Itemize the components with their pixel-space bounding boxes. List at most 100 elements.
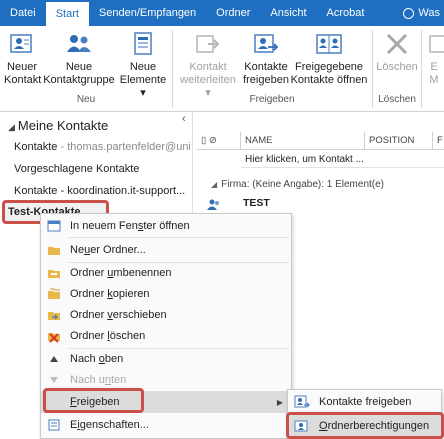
open-shared-contacts-button[interactable]: Freigegebene Kontakte öffnen xyxy=(290,30,368,87)
share-contacts-icon xyxy=(252,30,280,58)
new-group-label-2: Kontaktgruppe xyxy=(43,74,115,86)
open-shared-label-1: Freigegebene xyxy=(295,61,363,73)
arrow-down-icon xyxy=(50,376,58,383)
menu-label: Ordner umbenennen xyxy=(70,266,172,279)
forward-icon xyxy=(194,30,222,58)
menu-label: In neuem Fenster öffnen xyxy=(70,219,190,232)
ribbon-separator xyxy=(372,30,373,108)
new-contact-quick-row[interactable]: Hier klicken, um Kontakt ... xyxy=(241,151,444,168)
contact-card-icon xyxy=(8,30,36,58)
partial-label-2: M xyxy=(429,74,439,86)
menu-item-new-folder[interactable]: Neuer Ordner... xyxy=(41,239,291,260)
new-contact-group-button[interactable]: Neue Kontaktgruppe xyxy=(42,30,116,87)
my-contacts-label: Meine Kontakte xyxy=(17,118,109,133)
menu-label: Ordner löschen xyxy=(70,329,146,342)
open-shared-contacts-icon xyxy=(315,30,343,58)
delete-folder-icon xyxy=(48,332,60,343)
menu-label: Ordner verschieben xyxy=(70,308,167,321)
nav-item-kontakte[interactable]: Kontakte - thomas.partenfelder@uni... xyxy=(14,141,190,153)
partial-label-1: E xyxy=(430,61,438,73)
rename-folder-icon xyxy=(48,269,60,278)
move-folder-icon xyxy=(48,311,60,320)
my-contacts-header[interactable]: ◢ Meine Kontakte xyxy=(8,118,108,133)
menu-label: Ordner kopieren xyxy=(70,287,150,300)
folder-permissions-highlight-frame xyxy=(286,412,444,439)
ribbon: Neuer Kontakt Neue Kontaktgruppe Neue El… xyxy=(0,26,444,112)
arrow-up-icon xyxy=(50,355,58,362)
column-icons-header[interactable]: ▯ ⊘ xyxy=(197,132,241,150)
forward-label-1: Kontakt xyxy=(189,61,227,73)
menu-item-open-new-window[interactable]: In neuem Fenster öffnen xyxy=(41,215,291,236)
delete-x-icon xyxy=(383,30,411,58)
submenu-arrow-icon: ▶ xyxy=(276,397,283,407)
new-window-icon xyxy=(47,220,61,231)
properties-icon xyxy=(48,419,60,430)
delete-label: Löschen xyxy=(376,61,418,73)
tab-start[interactable]: Start xyxy=(45,2,89,26)
contact-name: TEST xyxy=(243,197,270,209)
menu-item-move-up[interactable]: Nach oben xyxy=(41,348,291,369)
contact-group-icon xyxy=(65,30,93,58)
new-items-icon xyxy=(129,30,157,58)
tell-me-search[interactable]: Was xyxy=(393,0,444,26)
group-label-neu: Neu xyxy=(76,94,96,105)
expand-triangle-icon: ◢ xyxy=(8,122,15,132)
attachment-icon: ⊘ xyxy=(208,135,217,146)
partial-ribbon-button[interactable]: E M xyxy=(424,30,444,87)
group-label-freigeben: Freigeben xyxy=(249,94,295,105)
menu-label: Nach oben xyxy=(70,352,124,365)
nav-item-vorgeschlagene[interactable]: Vorgeschlagene Kontakte xyxy=(14,163,190,175)
new-contact-button[interactable]: Neuer Kontakt xyxy=(4,30,42,87)
share-label-1: Kontakte xyxy=(244,61,288,73)
new-items-label-1: Neue xyxy=(129,61,157,73)
group-header[interactable]: ◢ Firma: (Keine Angabe): 1 Element(e) xyxy=(211,179,384,190)
ribbon-separator xyxy=(421,30,422,108)
nav-item-label: Kontakte - koordination.it-support... xyxy=(14,185,186,197)
share-label-2: freigeben xyxy=(243,74,289,86)
column-f-header[interactable]: F xyxy=(433,132,444,150)
copy-folder-icon xyxy=(48,288,60,299)
document-icon: ▯ xyxy=(201,135,207,146)
nav-item-label: Vorgeschlagene Kontakte xyxy=(14,163,140,175)
delete-button[interactable]: Löschen xyxy=(376,30,418,74)
new-items-button[interactable]: Neue Elemente ▾ xyxy=(118,30,168,100)
menu-label: Nach unten xyxy=(70,373,127,386)
group-header-label: Firma: (Keine Angabe): 1 Element(e) xyxy=(221,179,385,190)
group-label-loeschen: Löschen xyxy=(378,94,416,105)
forward-contact-button[interactable]: Kontakt weiterleiten ▾ xyxy=(176,30,240,100)
menu-item-rename-folder[interactable]: Ordner umbenennen xyxy=(41,262,291,283)
submenu-item-share-contacts[interactable]: Kontakte freigeben xyxy=(288,391,441,413)
nav-item-account: - thomas.partenfelder@uni... xyxy=(57,141,190,153)
new-contact-label-2: Kontakt xyxy=(4,74,42,86)
ribbon-tab-bar: Datei Start Senden/Empfangen Ordner Ansi… xyxy=(0,0,444,26)
tab-ansicht[interactable]: Ansicht xyxy=(260,0,316,26)
menu-item-move-folder[interactable]: Ordner verschieben xyxy=(41,304,291,325)
menu-item-move-down[interactable]: Nach unten xyxy=(41,369,291,390)
nav-item-koordination[interactable]: Kontakte - koordination.it-support... xyxy=(14,185,190,197)
menu-item-properties[interactable]: Eigenschaften... xyxy=(41,414,291,435)
open-shared-label-2: Kontakte öffnen xyxy=(290,74,368,86)
column-name-header[interactable]: NAME xyxy=(241,132,365,150)
lightbulb-icon xyxy=(403,7,415,19)
menu-label: Eigenschaften... xyxy=(70,418,149,431)
partial-button-icon xyxy=(424,30,444,58)
contact-row[interactable]: TEST xyxy=(207,197,444,213)
menu-label: Neuer Ordner... xyxy=(70,243,146,256)
share-contacts-icon xyxy=(294,395,310,408)
submenu-label: Kontakte freigeben xyxy=(319,396,412,408)
ribbon-separator xyxy=(172,30,173,108)
share-contacts-button[interactable]: Kontakte freigeben xyxy=(242,30,290,87)
collapse-pane-button[interactable]: ‹ xyxy=(182,113,186,125)
menu-item-delete-folder[interactable]: Ordner löschen xyxy=(41,325,291,346)
menu-item-copy-folder[interactable]: Ordner kopieren xyxy=(41,283,291,304)
tab-ordner[interactable]: Ordner xyxy=(206,0,260,26)
nav-item-label: Kontakte xyxy=(14,141,58,153)
tab-senden-empfangen[interactable]: Senden/Empfangen xyxy=(89,0,206,26)
tab-datei[interactable]: Datei xyxy=(0,0,46,26)
new-contact-label-1: Neuer xyxy=(7,61,37,73)
column-position-header[interactable]: POSITION xyxy=(365,132,433,150)
contact-person-icon xyxy=(207,199,219,210)
tab-acrobat[interactable]: Acrobat xyxy=(317,0,375,26)
new-folder-icon xyxy=(48,246,60,255)
tell-me-label: Was xyxy=(418,7,440,19)
